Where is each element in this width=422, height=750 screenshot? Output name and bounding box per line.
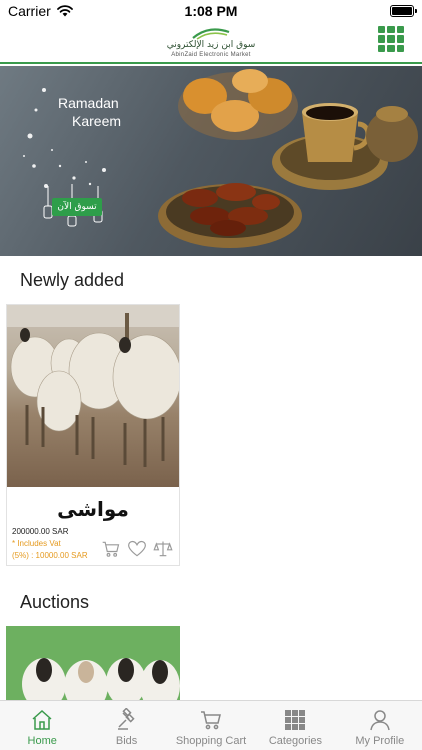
newly-added-heading: Newly added [20,270,125,290]
grid-icon [282,707,308,733]
app-header: سوق ابن زيد الإلكتروني AbinZaid Electron… [0,22,422,64]
battery-icon [390,5,417,17]
grid-icon-cell [387,26,395,34]
auctions-heading: Auctions [20,592,90,612]
home-icon [29,707,55,733]
grid-icon-cell [387,35,395,43]
status-left: Carrier [8,3,73,19]
banner-greeting-line1: Ramadan [58,95,119,111]
vat-line-1: * Includes Vat [12,539,61,548]
user-icon [367,707,393,733]
grid-icon-cell [387,44,395,52]
logo-mark-icon [192,28,230,40]
gavel-icon [114,707,140,733]
shop-now-button[interactable]: تسوق الآن [52,198,102,216]
product-actions [101,539,173,559]
tab-shopping-cart-label: Shopping Cart [175,735,247,747]
heart-icon[interactable] [127,539,147,559]
product-vat-note: * Includes Vat (5%) : 10000.00 SAR [12,538,88,562]
carrier-label: Carrier [8,3,51,19]
grid-icon-cell [396,44,404,52]
banner-greeting: Ramadan Kareem [58,94,121,130]
compare-scale-icon[interactable] [153,539,173,559]
product-price: 200000.00 SAR [12,527,69,536]
promo-banner[interactable]: Ramadan Kareem تسوق الآن [0,66,422,256]
status-bar: Carrier 1:08 PM [0,0,422,22]
cart-icon [198,707,224,733]
menu-grid-button[interactable] [378,26,404,52]
grid-icon-cell [396,35,404,43]
tab-my-profile[interactable]: My Profile [338,701,422,750]
grid-icon-cell [378,44,386,52]
tab-shopping-cart[interactable]: Shopping Cart [169,701,253,750]
tab-bids[interactable]: Bids [84,701,168,750]
bottom-tab-bar: Home Bids Shopping Cart Categories My Pr… [0,700,422,750]
banner-greeting-line2: Kareem [72,113,122,129]
product-image[interactable] [7,305,179,487]
product-name: مواشى [57,497,129,521]
grid-icon-cell [378,35,386,43]
sheep-flock-illustration [7,305,179,467]
logo-english-text: AbinZaid Electronic Market [171,52,251,58]
tab-categories-label: Categories [268,735,323,747]
logo-arabic-text: سوق ابن زيد الإلكتروني [166,40,256,50]
tab-my-profile-label: My Profile [355,735,405,747]
cart-icon[interactable] [101,539,121,559]
wifi-icon [56,5,73,17]
tab-bids-label: Bids [115,735,138,747]
tab-categories[interactable]: Categories [253,701,337,750]
auction-card[interactable] [6,626,180,706]
vat-line-2: (5%) : 10000.00 SAR [12,551,88,560]
grid-icon-cell [378,26,386,34]
product-card[interactable]: مواشى 200000.00 SAR * Includes Vat (5%) … [6,304,180,566]
logo: سوق ابن زيد الإلكتروني AbinZaid Electron… [166,26,256,58]
tab-home[interactable]: Home [0,701,84,750]
auction-sheep-image [6,626,180,706]
tab-home-label: Home [27,735,57,747]
grid-icon-cell [396,26,404,34]
